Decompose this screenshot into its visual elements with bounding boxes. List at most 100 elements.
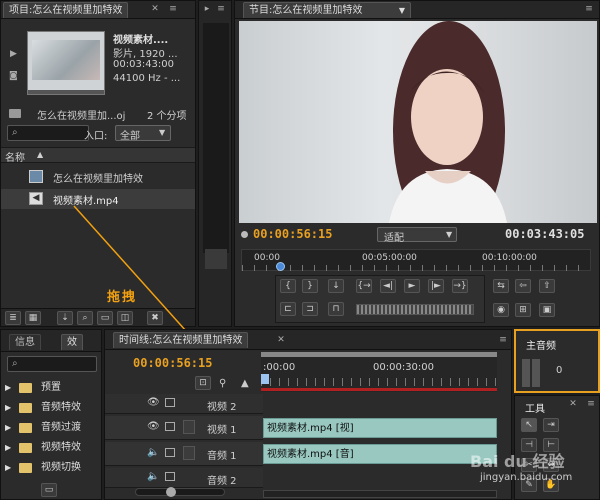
track-name: 音频 2 bbox=[207, 476, 237, 487]
timeline-ruler[interactable]: :00:00 00:00:30:00 bbox=[261, 352, 497, 392]
snap-icon[interactable]: ⊡ bbox=[195, 376, 211, 390]
lift-button[interactable]: ⇆ bbox=[493, 279, 509, 293]
jog-shuttle[interactable] bbox=[356, 304, 474, 315]
tab-effects[interactable]: 效 bbox=[61, 334, 83, 350]
tab-project[interactable]: 项目:怎么在视频里加特效 bbox=[3, 2, 129, 18]
track-header-video-2[interactable]: 👁 视频 2 bbox=[105, 394, 263, 414]
timeline-scrollbar[interactable] bbox=[263, 490, 497, 498]
panel-menu-icon[interactable]: ≡ bbox=[585, 399, 597, 409]
track-name: 视频 2 bbox=[207, 402, 237, 413]
tab-timeline[interactable]: 时间线:怎么在视频里加特效 bbox=[113, 332, 249, 348]
column-header[interactable]: 名称 ▲ bbox=[1, 147, 195, 164]
entry-select[interactable]: 全部 ▼ bbox=[115, 125, 171, 142]
search-icon: ⌕ bbox=[12, 358, 18, 369]
icon-view-icon[interactable]: ▦ bbox=[25, 311, 41, 325]
film-icon[interactable] bbox=[165, 448, 175, 457]
panel-menu-icon[interactable]: ≡ bbox=[167, 4, 179, 14]
render-bar bbox=[261, 388, 497, 391]
list-item[interactable]: ◀ 视频素材.mp4 bbox=[1, 189, 195, 209]
video-clip[interactable]: 视频素材.mp4 [视] bbox=[263, 418, 497, 438]
program-monitor: 节目:怎么在视频里加特效 ▼ ≡ 00:00:56:15 适配 ▼ 00:03:… bbox=[234, 0, 600, 327]
playhead-icon[interactable] bbox=[261, 374, 269, 384]
audio-clip[interactable]: 视频素材.mp4 [音] bbox=[263, 444, 497, 464]
marker-icon[interactable]: ▲ bbox=[241, 378, 249, 389]
audio-master-title[interactable]: 主音频 bbox=[526, 337, 556, 352]
timeline-panel: 时间线:怎么在视频里加特效 ✕ ≡ 00:00:56:15 ⊡ ⚲ ▲ :00:… bbox=[104, 329, 512, 500]
speaker-icon[interactable]: 🔈 bbox=[147, 471, 159, 482]
tab-program[interactable]: 节目:怎么在视频里加特效 ▼ bbox=[243, 2, 411, 18]
program-time-ruler[interactable]: 00:00 00:05:00:00 00:10:00:00 bbox=[241, 249, 591, 271]
play-icon[interactable]: ▶ bbox=[10, 49, 20, 59]
track-select-tool-icon[interactable]: ⇥ bbox=[543, 418, 559, 432]
go-to-in-button[interactable]: {→ bbox=[356, 279, 372, 293]
go-to-out-button[interactable]: →} bbox=[452, 279, 468, 293]
panel-menu-icon[interactable]: ≡ bbox=[583, 4, 595, 14]
speaker-icon[interactable]: 🔈 bbox=[147, 447, 159, 458]
film-icon[interactable] bbox=[165, 398, 175, 407]
camera-icon[interactable]: ◙ bbox=[9, 71, 21, 81]
extract-button[interactable]: ⇦ bbox=[515, 279, 531, 293]
expand-arrow-icon: ▶ bbox=[5, 403, 12, 412]
eye-icon[interactable]: 👁 bbox=[147, 421, 160, 432]
timeline-current-time[interactable]: 00:00:56:15 bbox=[133, 356, 212, 370]
program-current-time[interactable]: 00:00:56:15 bbox=[253, 227, 332, 241]
track-header-video-1[interactable]: 👁 视频 1 bbox=[105, 416, 263, 440]
close-icon[interactable]: ✕ bbox=[275, 335, 287, 345]
playhead-icon[interactable] bbox=[276, 262, 285, 271]
set-marker-icon[interactable]: ⚲ bbox=[219, 378, 226, 389]
entry-label: 入口: bbox=[84, 131, 108, 142]
tools-title[interactable]: 工具 bbox=[525, 400, 545, 415]
step-forward-button[interactable]: |► bbox=[428, 279, 444, 293]
video-frame bbox=[239, 21, 597, 223]
track-header-audio-1[interactable]: 🔈 音频 1 bbox=[105, 442, 263, 466]
marker-icon[interactable] bbox=[241, 231, 248, 238]
multicam-button[interactable]: ▣ bbox=[539, 303, 555, 317]
output-button[interactable]: ◉ bbox=[493, 303, 509, 317]
clip-audio: 44100 Hz - ... bbox=[113, 73, 181, 84]
export-frame-button[interactable]: ⇧ bbox=[539, 279, 555, 293]
folder-icon bbox=[19, 443, 32, 453]
search-input[interactable]: ⌕ bbox=[7, 125, 89, 141]
lock-icon[interactable] bbox=[183, 446, 195, 460]
play-button[interactable]: ► bbox=[404, 279, 420, 293]
lock-icon[interactable] bbox=[183, 420, 195, 434]
selection-tool-icon[interactable]: ↖ bbox=[521, 418, 537, 432]
panel-menu-icon[interactable]: ≡ bbox=[215, 4, 227, 14]
list-item[interactable]: 怎么在视频里加特效 bbox=[1, 167, 195, 187]
audio-master-panel: 主音频 0 bbox=[514, 329, 600, 393]
fit-select-value: 适配 bbox=[384, 233, 404, 244]
film-icon[interactable] bbox=[165, 472, 175, 481]
fit-select[interactable]: 适配 ▼ bbox=[377, 227, 457, 244]
panel-menu-icon[interactable]: ≡ bbox=[497, 335, 509, 345]
program-duration: 00:03:43:05 bbox=[505, 227, 585, 241]
play-in-to-out-button[interactable]: ⊏ bbox=[280, 302, 296, 316]
film-icon[interactable] bbox=[165, 422, 175, 431]
work-area-bar[interactable] bbox=[261, 352, 497, 357]
new-item-icon[interactable]: ◫ bbox=[117, 311, 133, 325]
find-icon[interactable]: ⌕ bbox=[77, 311, 93, 325]
close-icon[interactable]: ✕ bbox=[149, 4, 161, 14]
new-bin-icon[interactable]: ▭ bbox=[97, 311, 113, 325]
mark-in-button[interactable]: { bbox=[280, 279, 296, 293]
thumbnail-image bbox=[32, 40, 100, 80]
new-custom-bin-icon[interactable]: ▭ bbox=[41, 483, 57, 497]
mark-out-button[interactable]: } bbox=[302, 279, 318, 293]
delete-icon[interactable]: ✖ bbox=[147, 311, 163, 325]
track-header-audio-2[interactable]: 🔈 音频 2 bbox=[105, 468, 263, 488]
effects-search-input[interactable]: ⌕ bbox=[7, 356, 97, 372]
step-back-button[interactable]: ◄| bbox=[380, 279, 396, 293]
safe-margins-button[interactable]: ⊓ bbox=[328, 302, 344, 316]
bin-icon bbox=[9, 109, 21, 118]
zoom-slider[interactable] bbox=[135, 487, 225, 497]
close-icon[interactable]: ✕ bbox=[567, 399, 579, 409]
eye-icon[interactable]: 👁 bbox=[147, 397, 160, 408]
zoom-handle[interactable] bbox=[166, 487, 176, 497]
panel-menu-icon[interactable]: ▸ bbox=[201, 4, 213, 14]
list-view-icon[interactable]: ≣ bbox=[5, 311, 21, 325]
add-marker-button[interactable]: ↓ bbox=[328, 279, 344, 293]
loop-button[interactable]: ⊐ bbox=[302, 302, 318, 316]
trim-button[interactable]: ⊞ bbox=[515, 303, 531, 317]
tab-info[interactable]: 信息 bbox=[9, 334, 41, 350]
automate-icon[interactable]: ⇣ bbox=[57, 311, 73, 325]
program-tabbar: 节目:怎么在视频里加特效 ▼ ≡ bbox=[235, 1, 599, 19]
